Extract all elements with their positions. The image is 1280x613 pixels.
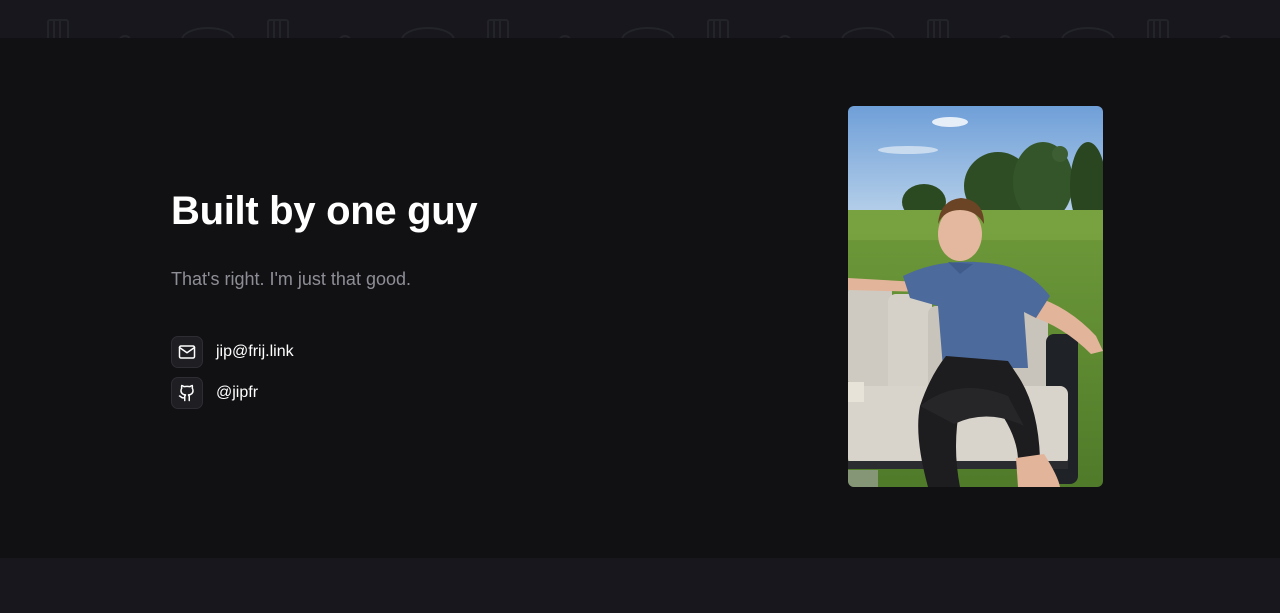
github-handle: @jipfr bbox=[216, 384, 259, 401]
mail-icon bbox=[171, 336, 203, 368]
about-section: Built by one guy That's right. I'm just … bbox=[0, 38, 1280, 558]
github-contact-link[interactable]: @jipfr bbox=[171, 377, 258, 409]
footer-strip bbox=[0, 558, 1280, 613]
background-pattern-strip bbox=[0, 0, 1280, 38]
email-address: jip@frij.link bbox=[216, 343, 294, 360]
decorative-pattern bbox=[47, 19, 1231, 38]
photo-illustration bbox=[848, 106, 1103, 487]
section-subtitle: That's right. I'm just that good. bbox=[171, 269, 411, 289]
github-icon bbox=[171, 377, 203, 409]
section-title: Built by one guy bbox=[171, 189, 478, 233]
profile-photo bbox=[848, 106, 1103, 487]
email-contact-link[interactable]: jip@frij.link bbox=[171, 336, 294, 368]
